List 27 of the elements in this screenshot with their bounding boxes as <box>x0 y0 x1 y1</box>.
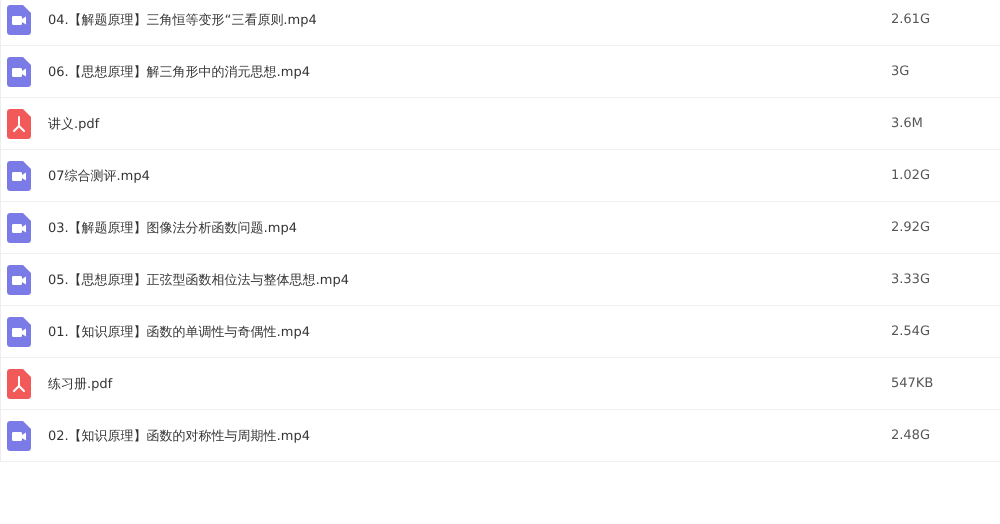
file-name[interactable]: 01.【知识原理】函数的单调性与奇偶性.mp4 <box>48 322 891 340</box>
video-file-icon <box>7 56 31 86</box>
file-name[interactable]: 练习册.pdf <box>48 374 891 392</box>
file-size: 2.61G <box>891 12 932 27</box>
file-name[interactable]: 讲义.pdf <box>48 114 891 132</box>
file-size: 547KB <box>891 376 934 391</box>
file-size: 2.54G <box>891 324 932 339</box>
file-size: 1.02G <box>891 168 932 183</box>
file-name[interactable]: 04.【解题原理】三角恒等变形“三看原则.mp4 <box>48 10 891 28</box>
file-size: 2.48G <box>891 428 932 443</box>
video-file-icon <box>7 420 31 450</box>
video-file-icon <box>7 160 31 190</box>
file-name[interactable]: 02.【知识原理】函数的对称性与周期性.mp4 <box>48 426 891 444</box>
file-name[interactable]: 05.【思想原理】正弦型函数相位法与整体思想.mp4 <box>48 270 891 288</box>
file-size: 3.33G <box>891 272 932 287</box>
pdf-file-icon <box>7 368 31 398</box>
file-name[interactable]: 07综合测评.mp4 <box>48 166 891 184</box>
file-name[interactable]: 06.【思想原理】解三角形中的消元思想.mp4 <box>48 62 891 80</box>
pdf-file-icon <box>7 108 31 138</box>
file-size: 3.6M <box>891 116 924 131</box>
file-name[interactable]: 03.【解题原理】图像法分析函数问题.mp4 <box>48 218 891 236</box>
video-file-icon <box>7 264 31 294</box>
video-file-icon <box>7 316 31 346</box>
file-size: 2.92G <box>891 220 932 235</box>
video-file-icon <box>7 4 31 34</box>
file-size: 3G <box>891 64 910 79</box>
video-file-icon <box>7 212 31 242</box>
